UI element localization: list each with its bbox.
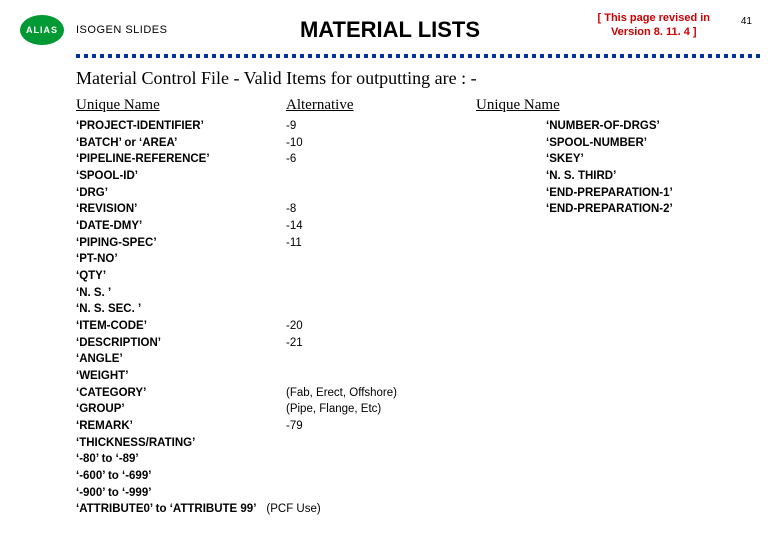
sub-heading: Material Control File - Valid Items for … (76, 68, 760, 89)
list-item-alt: -10 (286, 135, 456, 152)
attribute-name: ‘ATTRIBUTE0’ to ‘ATTRIBUTE 99’ (76, 501, 256, 518)
attribute-note: (PCF Use) (266, 501, 320, 518)
list-item-alt (286, 185, 456, 202)
list-item-alt (286, 268, 456, 285)
list-item: ‘SPOOL-ID’ (76, 168, 266, 185)
list-item: ‘END-PREPARATION-1’ (546, 185, 736, 202)
col2-header: Alternative (286, 97, 456, 114)
list-item: ‘PT-NO’ (76, 251, 266, 268)
list-item: ‘N. S. THIRD’ (546, 168, 736, 185)
dotted-divider (76, 54, 760, 58)
list-item: ‘N. S. SEC. ’ (76, 301, 266, 318)
revision-note: [ This page revised in Version 8. 11. 4 … (598, 12, 710, 40)
list-item-alt: -20 (286, 318, 456, 335)
list-item: ‘N. S. ’ (76, 285, 266, 302)
col2-body: -9-10-6 -8-14-11 -20-21 (Fab, Erect, Off… (286, 118, 456, 501)
list-item: ‘DRG’ (76, 185, 266, 202)
list-item-alt (286, 451, 456, 468)
list-item-alt (286, 168, 456, 185)
list-item: ‘PIPELINE-REFERENCE’ (76, 151, 266, 168)
list-item-alt (286, 368, 456, 385)
col3-header: Unique Name (476, 97, 736, 114)
col1-body: ‘PROJECT-IDENTIFIER’‘BATCH’ or ‘AREA’‘PI… (76, 118, 266, 501)
list-item: ‘NUMBER-OF-DRGS’ (546, 118, 736, 135)
slide-header: ALIAS ISOGEN SLIDES MATERIAL LISTS [ Thi… (20, 10, 760, 50)
list-item: ‘WEIGHT’ (76, 368, 266, 385)
list-item: ‘BATCH’ or ‘AREA’ (76, 135, 266, 152)
col1: Unique Name ‘PROJECT-IDENTIFIER’‘BATCH’ … (76, 97, 266, 501)
list-item: ‘END-PREPARATION-2’ (546, 201, 736, 218)
col3: Unique Name ‘NUMBER-OF-DRGS’‘SPOOL-NUMBE… (476, 97, 736, 501)
col1-header: Unique Name (76, 97, 266, 114)
list-item: ‘REVISION’ (76, 201, 266, 218)
list-item-alt (286, 468, 456, 485)
list-item: ‘-600’ to ‘-699’ (76, 468, 266, 485)
list-item-alt: -6 (286, 151, 456, 168)
list-item: ‘THICKNESS/RATING’ (76, 435, 266, 452)
list-item: ‘PROJECT-IDENTIFIER’ (76, 118, 266, 135)
list-item: ‘-80’ to ‘-89’ (76, 451, 266, 468)
list-item-alt: -14 (286, 218, 456, 235)
list-item-alt: (Pipe, Flange, Etc) (286, 401, 456, 418)
slide: ALIAS ISOGEN SLIDES MATERIAL LISTS [ Thi… (0, 0, 780, 540)
list-item-alt: -79 (286, 418, 456, 435)
list-item-alt: -9 (286, 118, 456, 135)
list-item-alt: -21 (286, 335, 456, 352)
list-item: ‘CATEGORY’ (76, 385, 266, 402)
list-item: ‘ITEM-CODE’ (76, 318, 266, 335)
list-item: ‘SPOOL-NUMBER’ (546, 135, 736, 152)
col2: Alternative -9-10-6 -8-14-11 -20-21 (Fab… (286, 97, 456, 501)
list-item-alt: (Fab, Erect, Offshore) (286, 385, 456, 402)
attribute-line: ‘ATTRIBUTE0’ to ‘ATTRIBUTE 99’ (PCF Use) (76, 501, 760, 518)
content-grid: Unique Name ‘PROJECT-IDENTIFIER’‘BATCH’ … (76, 97, 760, 501)
col3-body: ‘NUMBER-OF-DRGS’‘SPOOL-NUMBER’‘SKEY’‘N. … (546, 118, 736, 218)
revision-note-line2: Version 8. 11. 4 ] (611, 26, 697, 38)
list-item: ‘DESCRIPTION’ (76, 335, 266, 352)
list-item: ‘SKEY’ (546, 151, 736, 168)
list-item: ‘GROUP’ (76, 401, 266, 418)
list-item-alt: -8 (286, 201, 456, 218)
list-item-alt (286, 285, 456, 302)
list-item: ‘DATE-DMY’ (76, 218, 266, 235)
list-item: ‘QTY’ (76, 268, 266, 285)
list-item: ‘ANGLE’ (76, 351, 266, 368)
list-item-alt (286, 351, 456, 368)
page-number: 41 (741, 16, 752, 27)
list-item-alt (286, 435, 456, 452)
revision-note-line1: [ This page revised in (598, 12, 710, 24)
list-item: ‘PIPING-SPEC’ (76, 235, 266, 252)
list-item-alt (286, 301, 456, 318)
list-item-alt (286, 485, 456, 502)
list-item: ‘-900’ to ‘-999’ (76, 485, 266, 502)
list-item-alt: -11 (286, 235, 456, 252)
list-item-alt (286, 251, 456, 268)
list-item: ‘REMARK’ (76, 418, 266, 435)
